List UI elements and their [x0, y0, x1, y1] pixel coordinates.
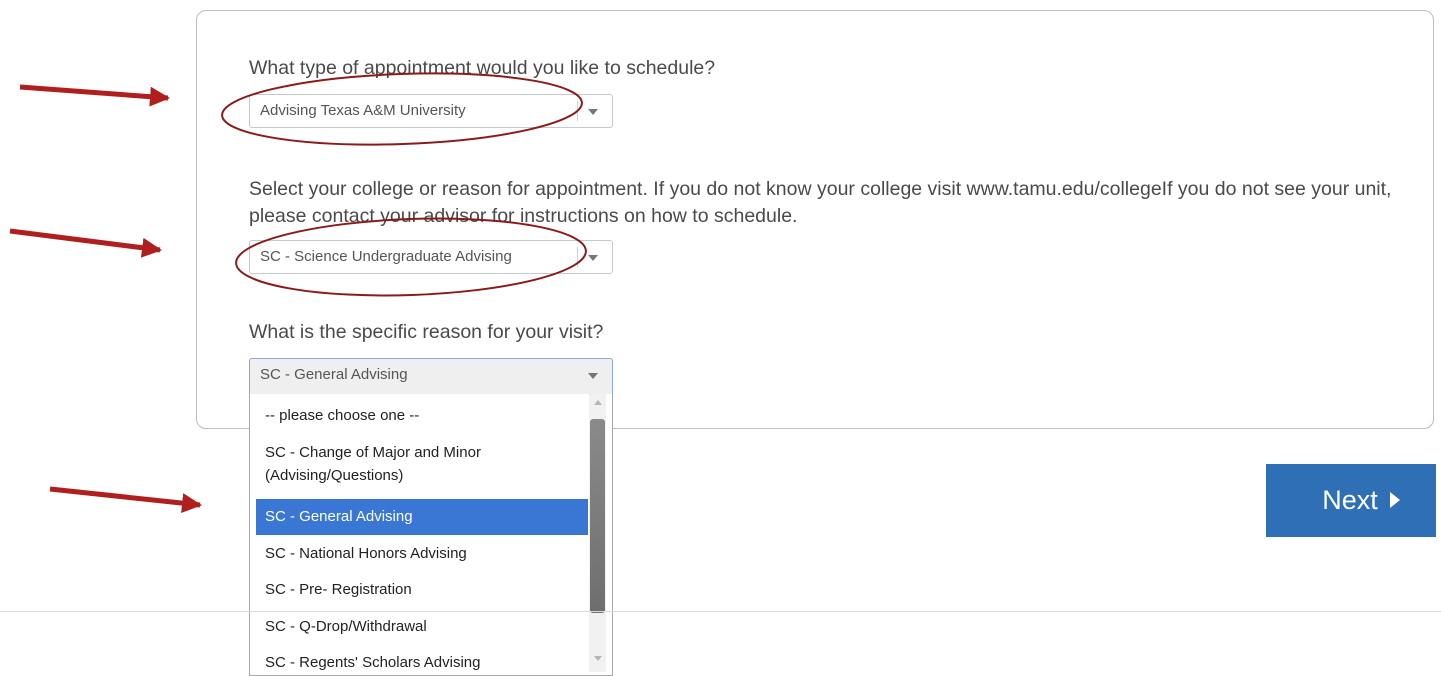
- appointment-type-select[interactable]: Advising Texas A&M University: [249, 94, 613, 128]
- dropdown-option[interactable]: SC - Change of Major and Minor (Advising…: [256, 441, 588, 487]
- scrollbar-thumb[interactable]: [590, 419, 605, 613]
- visit-reason-label: What is the specific reason for your vis…: [249, 321, 604, 343]
- visit-reason-value: SC - General Advising: [260, 366, 408, 383]
- appointment-type-value: Advising Texas A&M University: [260, 102, 466, 119]
- dropdown-option[interactable]: SC - Pre- Registration: [256, 578, 588, 601]
- annotation-arrow-icon: [49, 486, 202, 514]
- visit-reason-dropdown-list[interactable]: -- please choose one -- SC - Change of M…: [249, 394, 613, 676]
- annotation-arrow-icon: [19, 84, 170, 107]
- select-divider: [577, 101, 578, 121]
- divider: [0, 611, 1441, 612]
- next-button[interactable]: Next: [1266, 464, 1436, 537]
- dropdown-option-selected[interactable]: SC - General Advising: [256, 499, 588, 535]
- dropdown-scrollbar[interactable]: [589, 394, 606, 672]
- play-arrow-icon: [1389, 491, 1400, 508]
- chevron-down-icon: [588, 373, 598, 379]
- select-divider: [577, 247, 578, 267]
- dropdown-option[interactable]: SC - Regents' Scholars Advising: [256, 651, 588, 674]
- chevron-down-icon: [588, 255, 598, 261]
- chevron-down-icon: [588, 109, 598, 115]
- annotation-arrow-icon: [9, 228, 162, 258]
- dropdown-option[interactable]: SC - National Honors Advising: [256, 542, 588, 565]
- dropdown-option[interactable]: -- please choose one --: [256, 404, 588, 427]
- college-label: Select your college or reason for appoin…: [249, 178, 1392, 227]
- scroll-down-icon[interactable]: [594, 656, 602, 661]
- appointment-type-label: What type of appointment would you like …: [249, 57, 716, 79]
- scroll-up-icon[interactable]: [594, 400, 602, 405]
- visit-reason-select[interactable]: SC - General Advising: [249, 358, 613, 394]
- college-value: SC - Science Undergraduate Advising: [260, 248, 512, 265]
- dropdown-option[interactable]: SC - Q-Drop/Withdrawal: [256, 615, 588, 638]
- college-select[interactable]: SC - Science Undergraduate Advising: [249, 240, 613, 274]
- next-button-label: Next: [1322, 485, 1378, 515]
